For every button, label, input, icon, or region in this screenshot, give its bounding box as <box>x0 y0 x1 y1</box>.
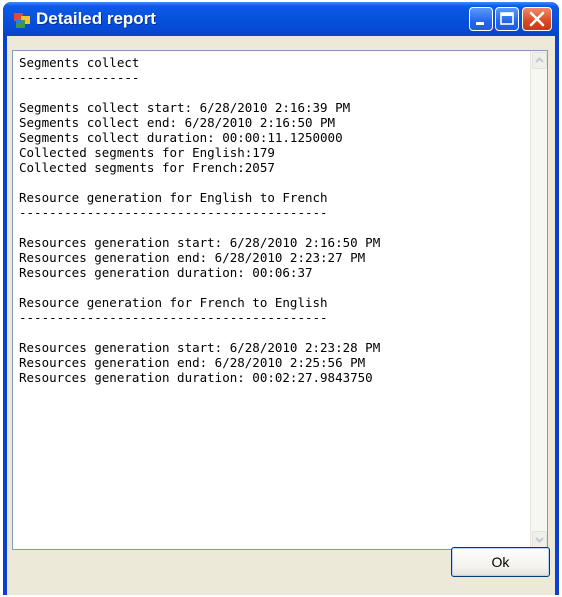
report-line: Resource generation for French to Englis… <box>19 295 328 310</box>
report-line: Collected segments for French:2057 <box>19 160 275 175</box>
report-line: ---------------- <box>19 70 140 85</box>
minimize-icon <box>476 22 484 25</box>
dialog-client-area: Segments collect ---------------- Segmen… <box>7 36 555 595</box>
report-line: Segments collect <box>19 55 140 70</box>
report-line: Segments collect end: 6/28/2010 2:16:50 … <box>19 115 336 130</box>
minimize-button[interactable] <box>469 7 493 31</box>
close-button[interactable] <box>522 7 552 31</box>
report-textbox[interactable]: Segments collect ---------------- Segmen… <box>12 50 548 550</box>
ok-button[interactable]: Ok <box>451 547 550 577</box>
report-line: Resources generation start: 6/28/2010 2:… <box>19 340 381 355</box>
scroll-down-button[interactable] <box>532 531 547 548</box>
report-line: Resources generation end: 6/28/2010 2:25… <box>19 355 366 370</box>
report-line: Segments collect start: 6/28/2010 2:16:3… <box>19 100 351 115</box>
scroll-down-icon <box>535 537 544 543</box>
report-window: Detailed report Segments collect -------… <box>3 2 559 595</box>
vertical-scrollbar[interactable] <box>530 51 547 549</box>
window-title: Detailed report <box>36 9 156 28</box>
report-line: Resources generation duration: 00:06:37 <box>19 265 313 280</box>
maximize-button[interactable] <box>495 7 519 31</box>
report-text: Segments collect ---------------- Segmen… <box>19 55 524 385</box>
report-line: ----------------------------------------… <box>19 205 328 220</box>
scroll-up-icon <box>535 57 544 63</box>
report-line: Collected segments for English:179 <box>19 145 275 160</box>
maximize-icon <box>500 12 514 25</box>
report-line: Resources generation duration: 00:02:27.… <box>19 370 373 385</box>
report-line: ----------------------------------------… <box>19 310 328 325</box>
window-app-icon <box>14 13 30 28</box>
report-line: Resources generation start: 6/28/2010 2:… <box>19 235 381 250</box>
scroll-up-button[interactable] <box>532 52 547 69</box>
close-icon <box>529 11 545 27</box>
report-line: Resource generation for English to Frenc… <box>19 190 328 205</box>
report-line: Segments collect duration: 00:00:11.1250… <box>19 130 343 145</box>
report-line: Resources generation end: 6/28/2010 2:23… <box>19 250 366 265</box>
title-bar[interactable]: Detailed report <box>3 2 559 36</box>
